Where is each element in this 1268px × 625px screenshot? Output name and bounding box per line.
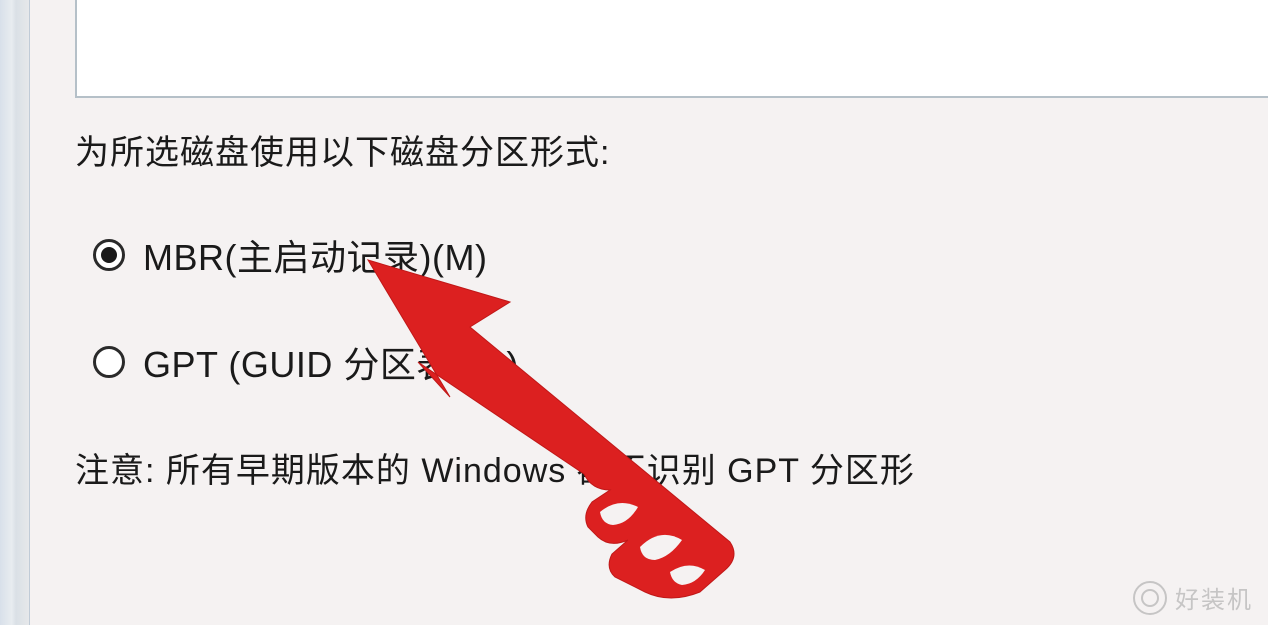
radio-option-gpt[interactable]: GPT (GUID 分区表)(G) [93,336,1248,388]
note-text: 注意: 所有早期版本的 Windows 都不识别 GPT 分区形 [75,443,1248,492]
section-title: 为所选磁盘使用以下磁盘分区形式: [75,125,1248,174]
watermark-icon [1133,581,1167,615]
watermark: 好装机 [1133,580,1253,615]
watermark-text: 好装机 [1175,580,1253,615]
radio-option-mbr[interactable]: MBR(主启动记录)(M) [93,229,1248,281]
radio-label-mbr: MBR(主启动记录)(M) [143,229,487,281]
window-left-border [0,0,30,625]
radio-indicator-mbr [93,239,125,271]
radio-label-gpt: GPT (GUID 分区表)(G) [143,336,519,388]
radio-indicator-gpt [93,346,125,378]
dialog-content: 为所选磁盘使用以下磁盘分区形式: MBR(主启动记录)(M) GPT (GUID… [75,125,1248,492]
partition-style-radio-group: MBR(主启动记录)(M) GPT (GUID 分区表)(G) [93,229,1248,388]
upper-panel [75,0,1268,98]
